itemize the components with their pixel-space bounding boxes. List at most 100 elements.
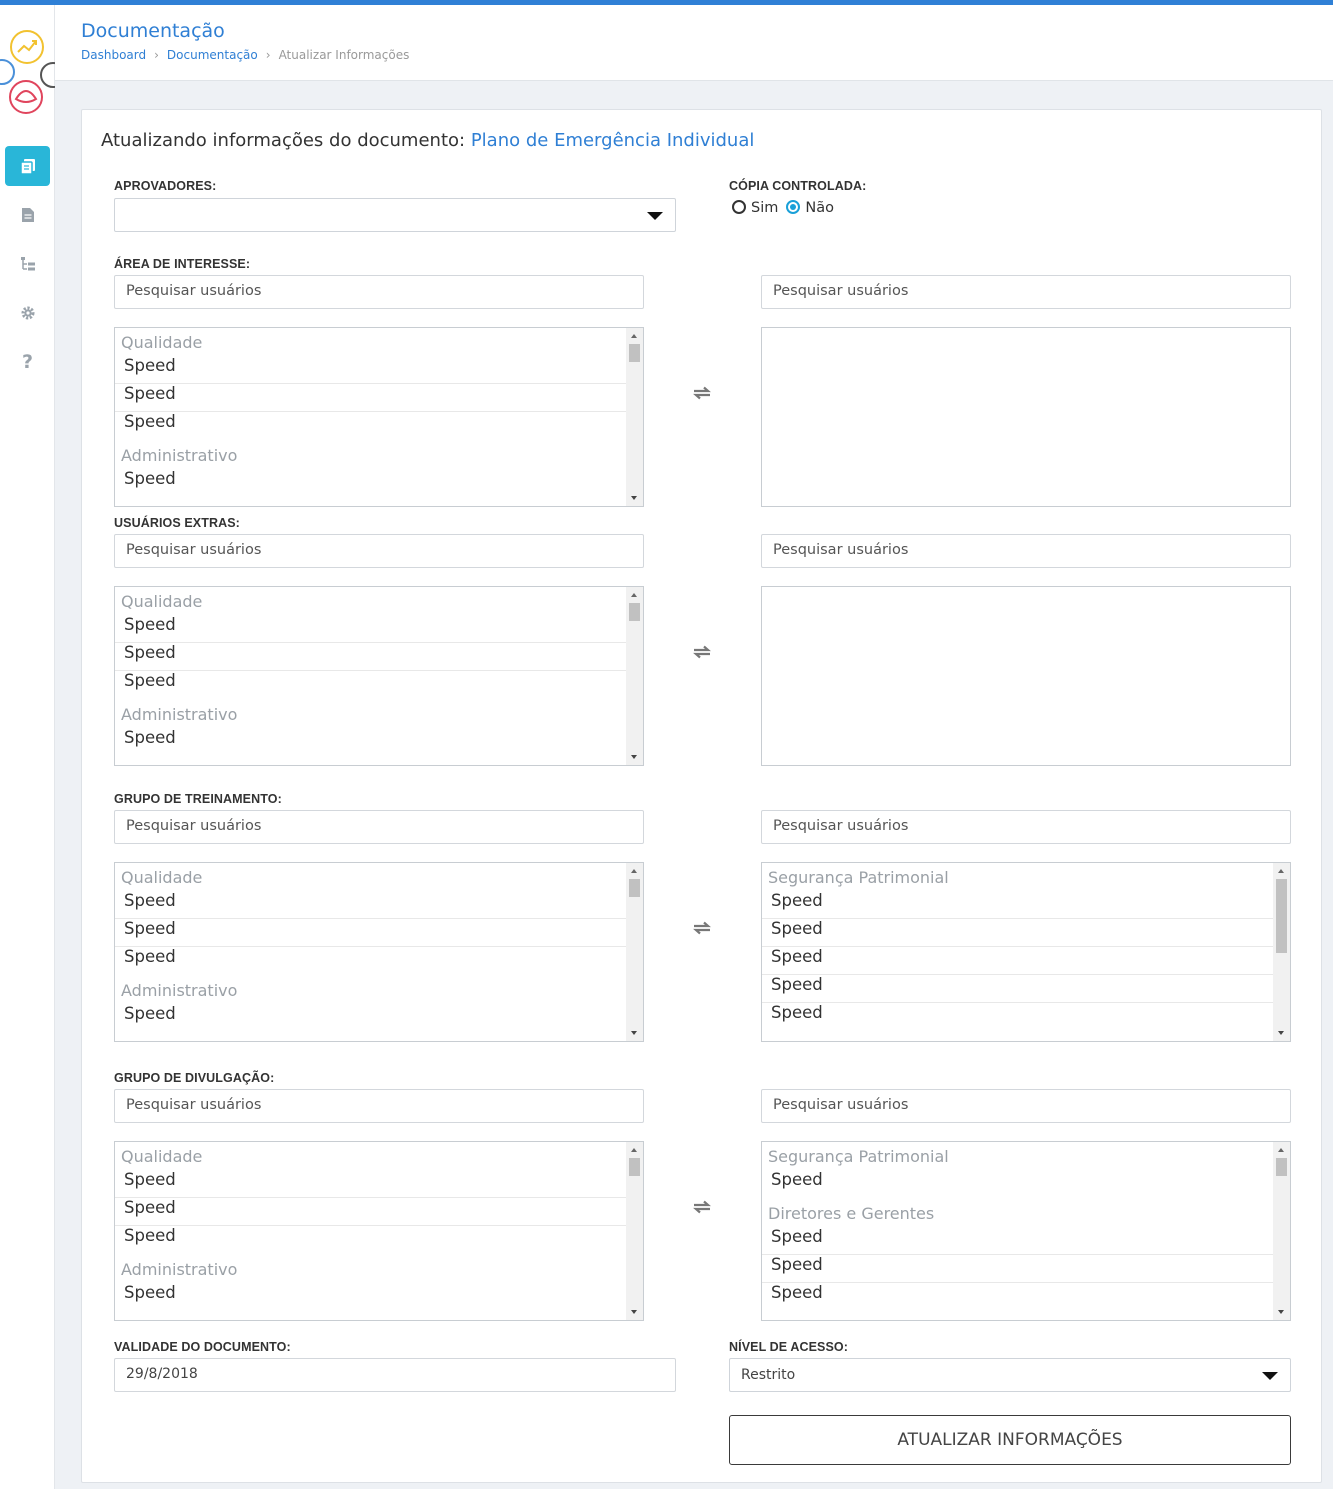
- scrollbar-thumb[interactable]: [629, 344, 640, 362]
- radio-unchecked-icon[interactable]: [732, 200, 746, 214]
- search-users-input-left[interactable]: Pesquisar usuários: [114, 275, 644, 309]
- sidebar-item-file[interactable]: [5, 195, 50, 235]
- scrollbar[interactable]: [626, 863, 643, 1041]
- search-users-input-right[interactable]: Pesquisar usuários: [761, 275, 1291, 309]
- list-item[interactable]: Speed: [762, 891, 1274, 919]
- search-users-input-right[interactable]: Pesquisar usuários: [761, 1089, 1291, 1123]
- user-listbox-right[interactable]: Segurança Patrimonial Speed Diretores e Ge…: [761, 1141, 1291, 1321]
- search-users-input-left[interactable]: Pesquisar usuários: [114, 534, 644, 568]
- group-label: Diretores e Gerentes: [768, 1204, 935, 1223]
- list-item[interactable]: Speed: [115, 1170, 627, 1198]
- list-item[interactable]: Speed: [115, 891, 627, 919]
- list-item[interactable]: Speed: [115, 615, 627, 643]
- list-item[interactable]: Speed: [762, 919, 1274, 947]
- list-item[interactable]: Speed: [115, 1198, 627, 1226]
- user-listbox-left[interactable]: Qualidade Speed Speed Speed Administrativo Sp…: [114, 327, 644, 507]
- approvers-label: APROVADORES:: [114, 179, 217, 193]
- search-users-input-left[interactable]: Pesquisar usuários: [114, 1089, 644, 1123]
- approvers-select[interactable]: [114, 198, 676, 232]
- user-listbox-left[interactable]: Qualidade Speed Speed Speed Administrativo Sp…: [114, 586, 644, 766]
- user-listbox-left[interactable]: Qualidade Speed Speed Speed Administrativo Sp…: [114, 1141, 644, 1321]
- breadcrumb-documentacao[interactable]: Documentação: [167, 48, 258, 62]
- group-label: Qualidade: [121, 1147, 203, 1166]
- list-item[interactable]: Speed: [115, 728, 627, 758]
- access-level-select[interactable]: Restrito: [729, 1358, 1291, 1392]
- list-item[interactable]: Speed: [762, 1283, 1274, 1313]
- list-item[interactable]: Speed: [115, 919, 627, 947]
- user-listbox-right[interactable]: Segurança Patrimonial Speed Speed Speed Spee…: [761, 862, 1291, 1042]
- gear-icon: [21, 306, 34, 320]
- list-item[interactable]: Speed: [115, 1226, 627, 1256]
- list-item[interactable]: Speed: [115, 671, 627, 701]
- scrollbar[interactable]: [626, 1142, 643, 1320]
- swap-arrows-icon[interactable]: [691, 385, 713, 400]
- scroll-down-icon[interactable]: [1278, 1310, 1284, 1314]
- list-item[interactable]: Speed: [115, 384, 627, 412]
- scroll-down-icon[interactable]: [631, 1310, 637, 1314]
- scroll-down-icon[interactable]: [631, 496, 637, 500]
- search-users-input-right[interactable]: Pesquisar usuários: [761, 810, 1291, 844]
- sidebar-item-hierarchy[interactable]: [5, 244, 50, 284]
- file-icon: [21, 208, 34, 222]
- scrollbar[interactable]: [626, 587, 643, 765]
- swap-arrows-icon[interactable]: [691, 920, 713, 935]
- radio-nao[interactable]: Não: [786, 200, 834, 216]
- user-listbox-right[interactable]: [761, 327, 1291, 507]
- page-title: Documentação: [81, 20, 225, 42]
- chevron-right-icon: ›: [265, 48, 271, 62]
- update-info-button[interactable]: ATUALIZAR INFORMAÇÕES: [729, 1415, 1291, 1465]
- scroll-up-icon[interactable]: [1278, 1148, 1284, 1152]
- scroll-up-icon[interactable]: [631, 869, 637, 873]
- scroll-down-icon[interactable]: [631, 755, 637, 759]
- scroll-up-icon[interactable]: [631, 334, 637, 338]
- scroll-down-icon[interactable]: [631, 1031, 637, 1035]
- scroll-up-icon[interactable]: [631, 1148, 637, 1152]
- update-form-card: Atualizando informações do documento: Pl…: [81, 109, 1322, 1483]
- list-item[interactable]: Speed: [115, 469, 627, 499]
- validity-date-input[interactable]: 29/8/2018: [114, 1358, 676, 1392]
- documents-icon: [19, 159, 35, 175]
- section-label: GRUPO DE TREINAMENTO:: [114, 792, 282, 806]
- scrollbar-thumb[interactable]: [1276, 1158, 1287, 1176]
- scroll-down-icon[interactable]: [1278, 1031, 1284, 1035]
- scroll-up-icon[interactable]: [631, 593, 637, 597]
- scrollbar[interactable]: [1273, 1142, 1290, 1320]
- user-listbox-left[interactable]: Qualidade Speed Speed Speed Administrativo Sp…: [114, 862, 644, 1042]
- breadcrumb-dashboard[interactable]: Dashboard: [81, 48, 146, 62]
- scrollbar[interactable]: [626, 328, 643, 506]
- swap-arrows-icon[interactable]: [691, 1199, 713, 1214]
- list-item[interactable]: Speed: [115, 356, 627, 384]
- list-item[interactable]: Speed: [115, 643, 627, 671]
- chevron-right-icon: ›: [154, 48, 159, 62]
- sidebar-item-documents[interactable]: [5, 146, 50, 186]
- list-item[interactable]: Speed: [762, 1003, 1274, 1033]
- section-label: GRUPO DE DIVULGAÇÃO:: [114, 1071, 275, 1085]
- list-item[interactable]: Speed: [115, 1283, 627, 1313]
- scroll-up-icon[interactable]: [1278, 869, 1284, 873]
- search-users-input-left[interactable]: Pesquisar usuários: [114, 810, 644, 844]
- list-item[interactable]: Speed: [115, 412, 627, 442]
- sidebar-item-help[interactable]: ?: [5, 342, 50, 382]
- list-item[interactable]: Speed: [762, 975, 1274, 1003]
- user-listbox-right[interactable]: [761, 586, 1291, 766]
- list-item[interactable]: Speed: [762, 947, 1274, 975]
- list-item[interactable]: Speed: [762, 1255, 1274, 1283]
- search-users-input-right[interactable]: Pesquisar usuários: [761, 534, 1291, 568]
- scrollbar[interactable]: [1273, 863, 1290, 1041]
- scrollbar-thumb[interactable]: [629, 603, 640, 621]
- swap-arrows-icon[interactable]: [691, 644, 713, 659]
- sidebar-item-settings[interactable]: [5, 293, 50, 333]
- scrollbar-thumb[interactable]: [629, 1158, 640, 1176]
- section-label: USUÁRIOS EXTRAS:: [114, 516, 240, 530]
- app-logo[interactable]: [0, 27, 66, 122]
- list-item[interactable]: Speed: [762, 1170, 1274, 1200]
- scrollbar-thumb[interactable]: [1276, 879, 1287, 953]
- controlled-copy-label: CÓPIA CONTROLADA:: [729, 179, 867, 193]
- help-icon: ?: [21, 351, 34, 373]
- list-item[interactable]: Speed: [115, 1004, 627, 1034]
- radio-sim[interactable]: Sim: [732, 200, 778, 216]
- radio-checked-icon[interactable]: [786, 200, 801, 214]
- list-item[interactable]: Speed: [115, 947, 627, 977]
- scrollbar-thumb[interactable]: [629, 879, 640, 897]
- list-item[interactable]: Speed: [762, 1227, 1274, 1255]
